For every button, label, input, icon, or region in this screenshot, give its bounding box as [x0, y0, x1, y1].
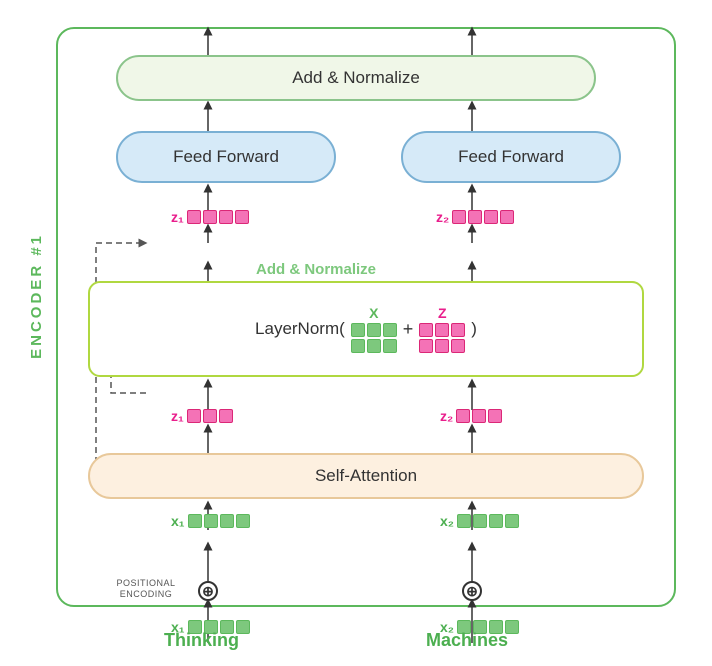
x2-input-right: x₂ [440, 513, 519, 529]
add-normalize-middle: Add & Normalize [256, 261, 376, 278]
layernorm-box: LayerNorm( X + Z ) [88, 281, 644, 377]
z1-label-left: z₁ [171, 209, 249, 225]
feed-forward-left: Feed Forward [116, 131, 336, 183]
word-thinking: Thinking [164, 630, 239, 651]
positional-encoding-label: POSITIONAL ENCODING [106, 578, 186, 600]
z2-above-attn: z₂ [440, 408, 502, 424]
z1-above-attn: z₁ [171, 408, 233, 424]
z2-label-right: z₂ [436, 209, 514, 225]
word-machines: Machines [426, 630, 508, 651]
x1-input-left: x₁ [171, 513, 250, 529]
layernorm-content: LayerNorm( X + Z ) [255, 305, 477, 353]
plus-circle-right: ⊕ [462, 581, 482, 601]
encoder-label: ENCODER #1 [28, 233, 45, 359]
add-normalize-top: Add & Normalize [116, 55, 596, 101]
diagram: ENCODER #1 [16, 13, 696, 653]
self-attention-box: Self-Attention [88, 453, 644, 499]
plus-circle-left: ⊕ [198, 581, 218, 601]
feed-forward-right: Feed Forward [401, 131, 621, 183]
